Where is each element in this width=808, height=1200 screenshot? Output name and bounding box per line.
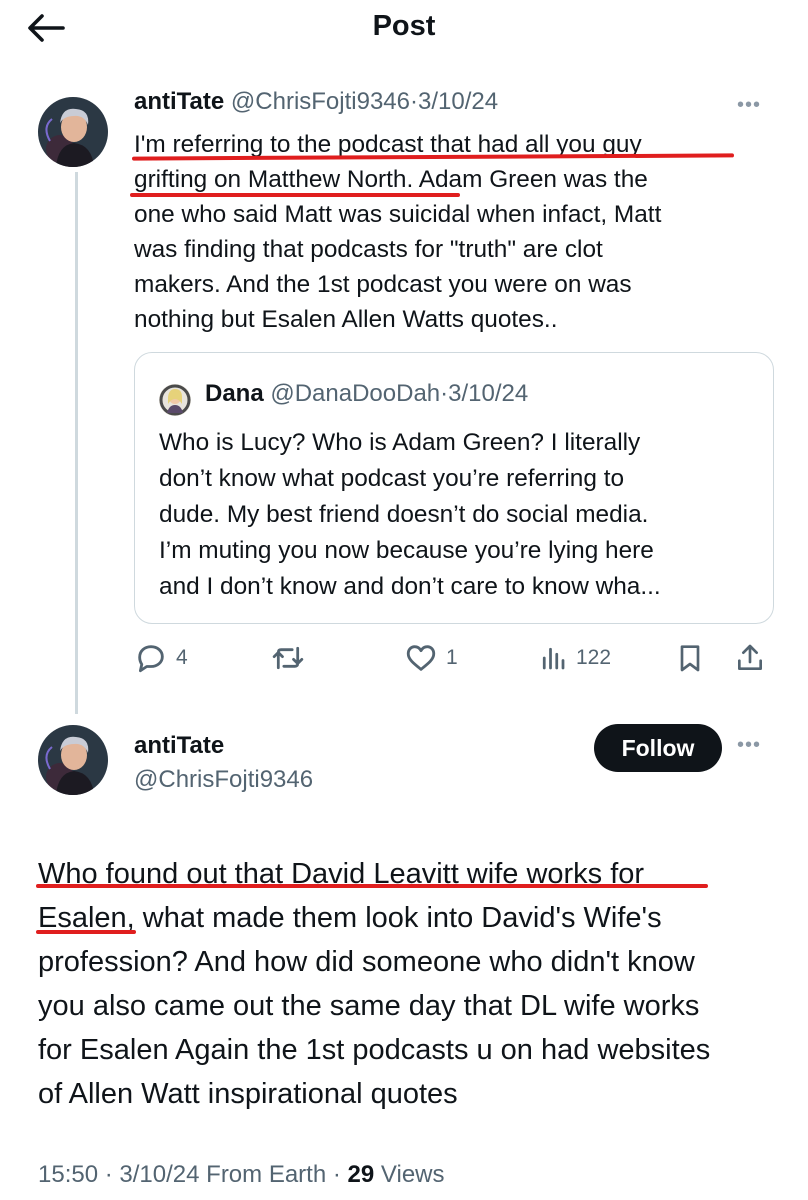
views-button[interactable]: 122 — [538, 638, 611, 678]
quoted-post-date: 3/10/24 — [448, 380, 529, 407]
meta-separator: · — [410, 88, 419, 115]
retweet-icon — [272, 646, 304, 670]
red-annotation-underline — [36, 884, 708, 888]
tweet-text-line: was finding that podcasts for "truth" ar… — [134, 236, 603, 263]
red-annotation-underline — [130, 193, 460, 197]
tweet-footer: 15:50 · 3/10/24 From Earth · 29 Views — [38, 1161, 445, 1189]
tweet-text-line: Who found out that David Leavitt wife wo… — [38, 858, 645, 890]
quoted-avatar — [159, 384, 191, 416]
quoted-text-line: don’t know what podcast you’re referring… — [159, 465, 625, 492]
tweet-header: antiTate @ChrisFojti9346·3/10/24 — [134, 88, 498, 116]
quoted-handle: @DanaDooDah — [270, 380, 441, 407]
avatar[interactable] — [38, 725, 108, 795]
tweet-text-line: profession? And how did someone who didn… — [38, 946, 695, 978]
post-source: From Earth — [206, 1161, 327, 1188]
share-button[interactable] — [734, 638, 766, 678]
avatar[interactable] — [38, 97, 108, 167]
handle[interactable]: @ChrisFojti9346 — [231, 88, 410, 115]
follow-button[interactable]: Follow — [594, 724, 722, 772]
tweet-text-line: what made them look into David's Wife's — [134, 902, 662, 934]
meta-separator: · — [104, 1161, 113, 1188]
quoted-tweet-text: Who is Lucy? Who is Adam Green? I litera… — [159, 425, 769, 605]
quoted-text-line: dude. My best friend doesn’t do social m… — [159, 501, 649, 528]
handle[interactable]: @ChrisFojti9346 — [134, 766, 313, 794]
retweet-button[interactable] — [270, 638, 314, 678]
quoted-text-line: Who is Lucy? Who is Adam Green? I litera… — [159, 429, 641, 456]
like-button[interactable]: 1 — [404, 638, 458, 678]
post-date[interactable]: 3/10/24 — [418, 88, 498, 115]
share-icon — [738, 644, 762, 670]
quoted-text-line: I’m muting you now because you’re lying … — [159, 537, 654, 564]
top-bar: Post — [0, 0, 808, 56]
tweet-text-line: grifting on Matthew North — [134, 166, 407, 193]
bookmark-button[interactable] — [674, 638, 706, 678]
tweet-text-line: . Adam Green was the — [406, 166, 648, 193]
display-name[interactable]: antiTate — [134, 732, 224, 760]
views-label: Views — [380, 1161, 445, 1188]
quoted-tweet-header: Dana @DanaDooDah·3/10/24 — [205, 380, 528, 408]
tweet-actions: 4 1 122 — [134, 638, 774, 678]
more-icon[interactable]: ••• — [737, 734, 761, 757]
views-count[interactable]: 29 — [348, 1161, 375, 1188]
reply-button[interactable]: 4 — [134, 638, 188, 678]
more-icon[interactable]: ••• — [737, 94, 761, 117]
tweet-text-line: nothing but Esalen Allen Watts quotes.. — [134, 306, 558, 333]
post-time[interactable]: 15:50 — [38, 1161, 98, 1188]
page-title: Post — [372, 10, 436, 42]
tweet-text-line: makers. And the 1st podcast you were on … — [134, 271, 632, 298]
red-annotation-underline — [36, 930, 136, 934]
tweet-text-line: one who said Matt was suicidal when infa… — [134, 201, 662, 228]
quoted-text-line: and I don’t know and don’t care to know … — [159, 573, 661, 600]
like-icon — [406, 645, 436, 671]
tweet-text-line: you also came out the same day that DL w… — [38, 990, 700, 1022]
like-count: 1 — [446, 646, 458, 669]
tweet-text-line: for Esalen Again the 1st podcasts u on h… — [38, 1034, 711, 1066]
meta-separator: · — [332, 1161, 341, 1188]
main-tweet-text: Who found out that David Leavitt wife wo… — [38, 852, 778, 1116]
views-count: 122 — [576, 646, 612, 669]
reply-count: 4 — [176, 646, 188, 669]
reply-icon — [138, 645, 164, 673]
tweet-text-line: of Allen Watt inspirational quotes — [38, 1078, 458, 1110]
quoted-display-name: Dana — [205, 380, 264, 407]
thread-connector-line — [75, 172, 78, 714]
views-icon — [542, 647, 565, 670]
post-date[interactable]: 3/10/24 — [119, 1161, 199, 1188]
display-name[interactable]: antiTate — [134, 88, 224, 115]
meta-separator: · — [440, 380, 449, 407]
quoted-tweet-card[interactable]: Dana @DanaDooDah·3/10/24 Who is Lucy? Wh… — [134, 352, 774, 624]
bookmark-icon — [680, 645, 700, 672]
